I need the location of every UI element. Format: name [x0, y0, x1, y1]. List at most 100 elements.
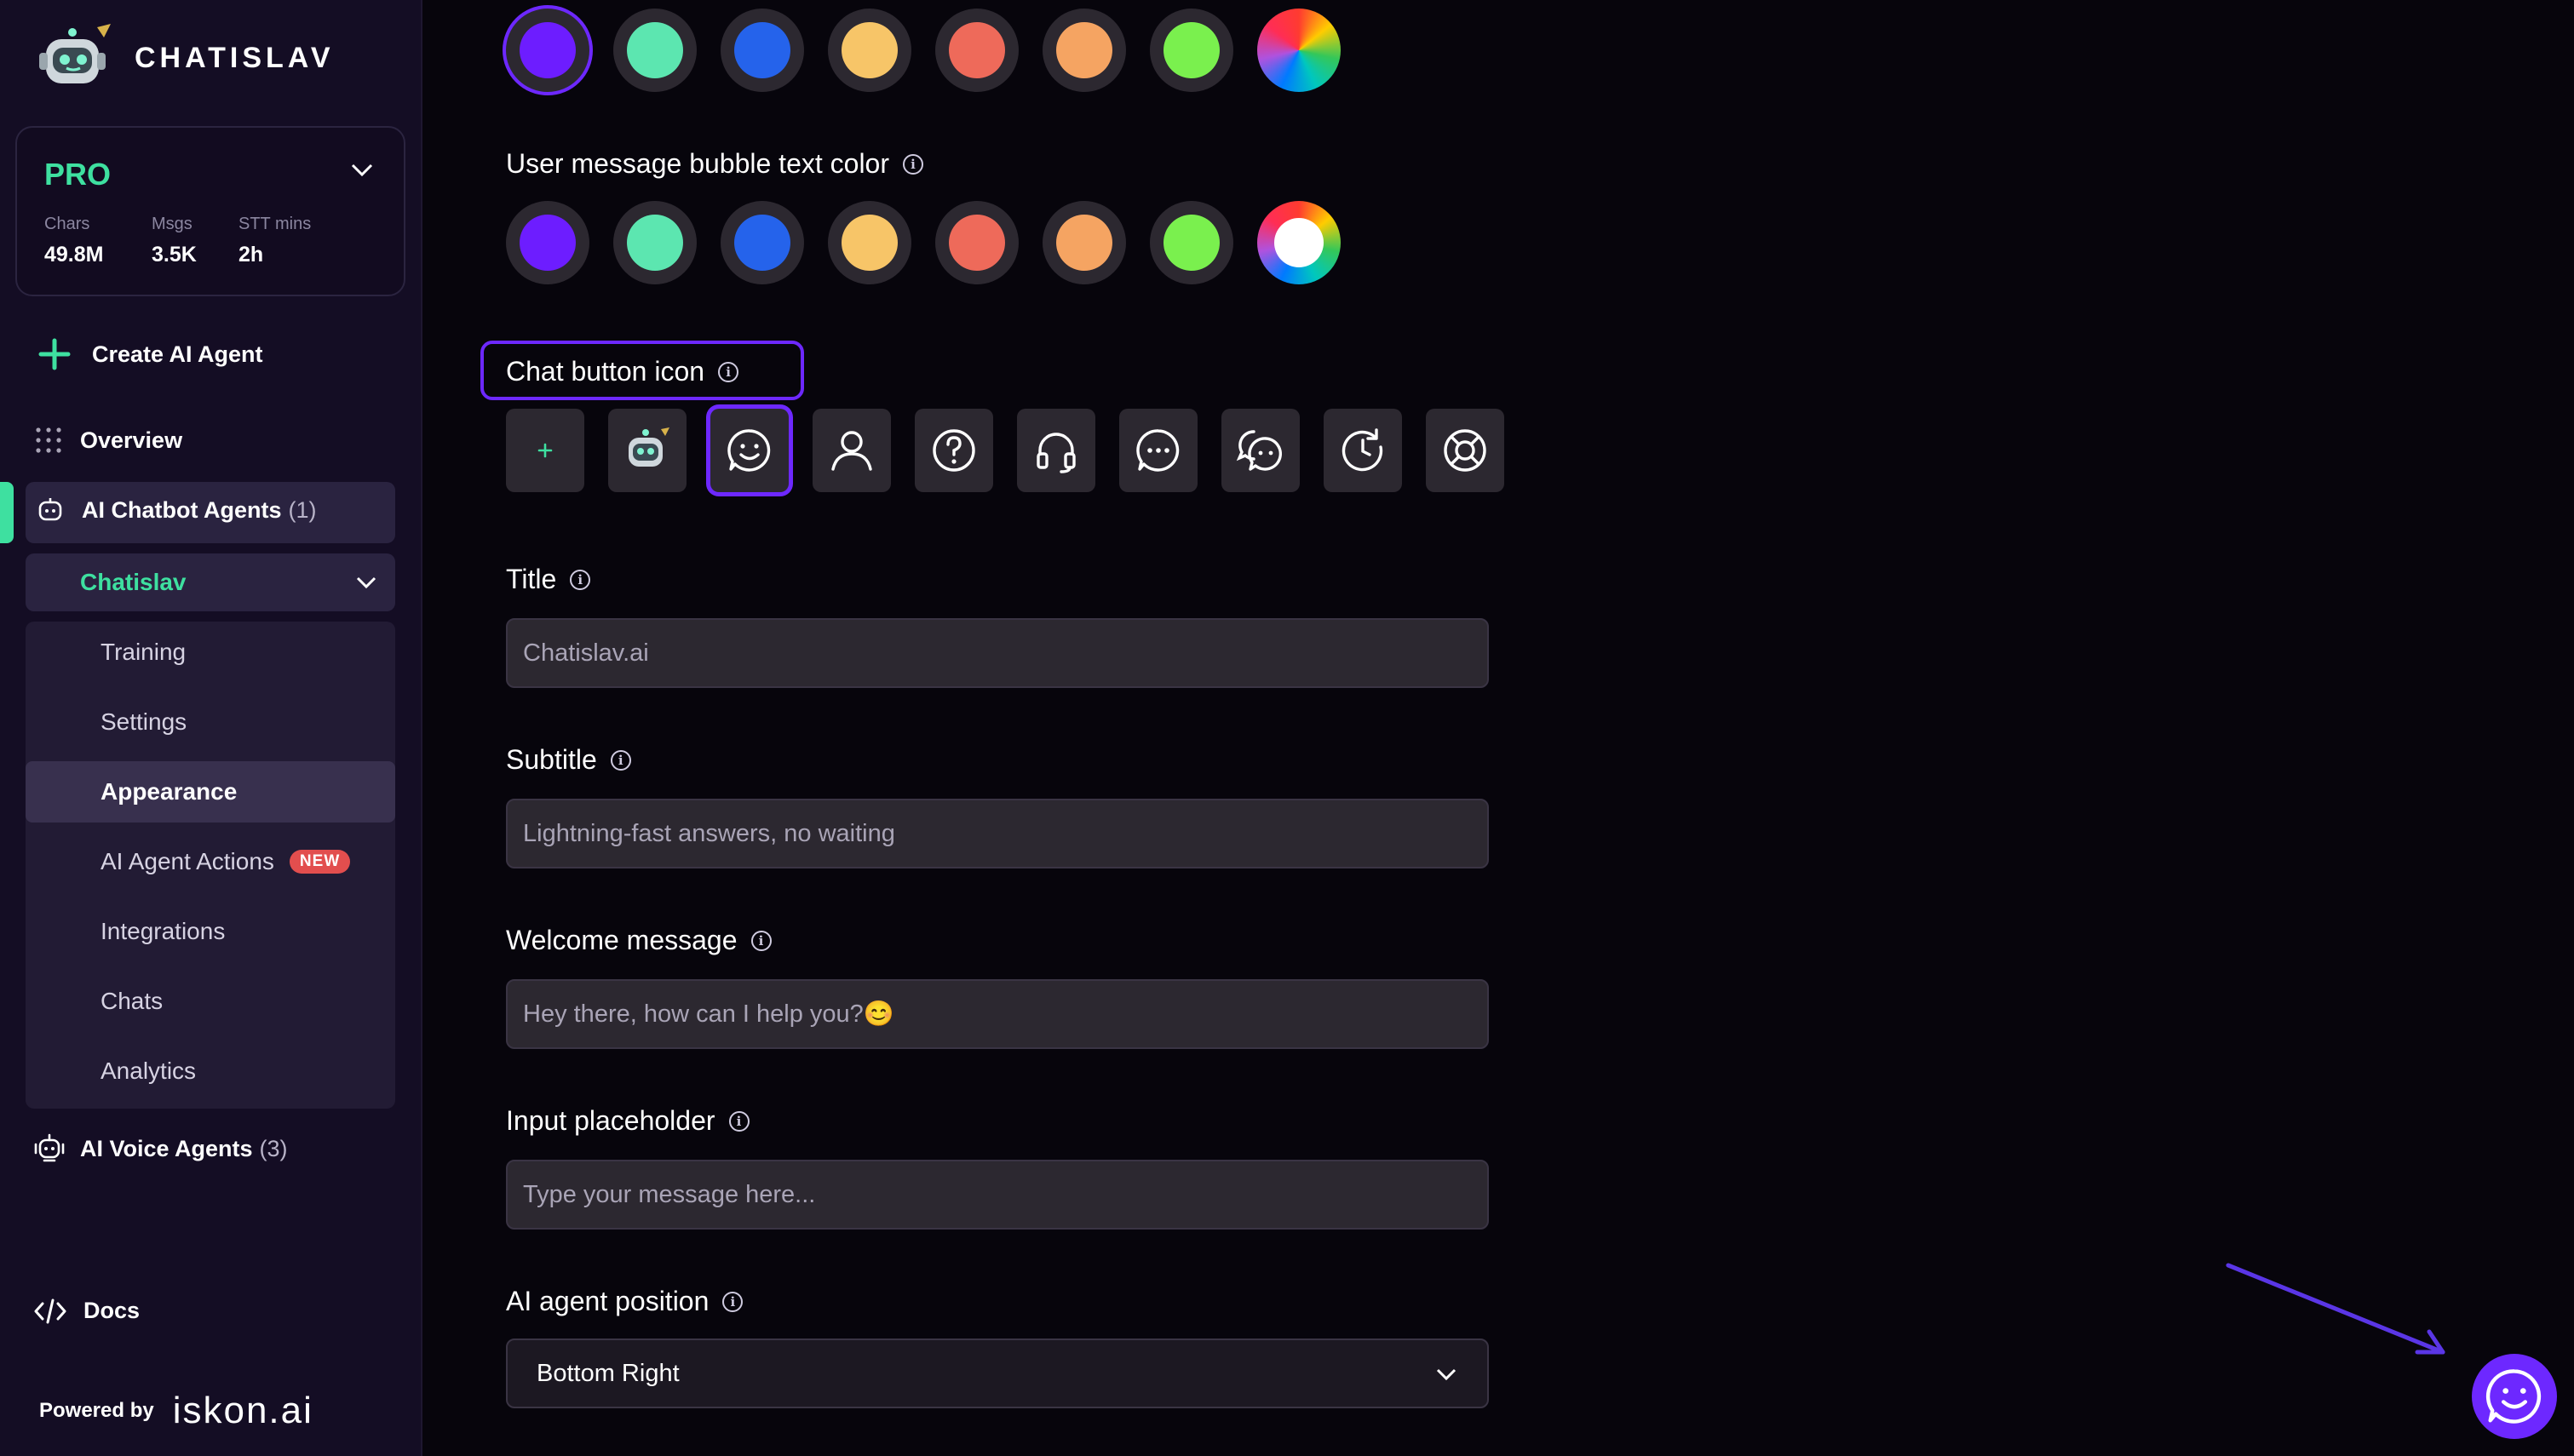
color-swatch[interactable] — [613, 9, 697, 92]
smiley-chat-icon[interactable] — [710, 409, 789, 492]
agent-count: (3) — [259, 1135, 288, 1161]
history-icon[interactable] — [1324, 409, 1402, 492]
info-icon[interactable]: i — [750, 930, 772, 951]
submenu-settings[interactable]: Settings — [26, 691, 395, 753]
appearance-panel: User message bubble text color i Chat bu… — [424, 0, 2574, 1456]
voice-bot-icon — [34, 1133, 65, 1162]
title-input[interactable]: Chatislav.ai — [506, 618, 1489, 688]
submenu-appearance[interactable]: Appearance — [26, 761, 395, 823]
agent-position-select[interactable]: Bottom Right — [506, 1338, 1489, 1408]
submenu-agent-actions[interactable]: AI Agent Actions NEW — [26, 831, 395, 892]
submenu-chats[interactable]: Chats — [26, 971, 395, 1032]
submenu-label: AI Agent Actions — [101, 848, 274, 874]
bubble-text-color-label: User message bubble text color i — [506, 148, 923, 180]
submenu-label: Integrations — [101, 918, 226, 944]
submenu-integrations[interactable]: Integrations — [26, 901, 395, 962]
color-swatch[interactable] — [506, 201, 589, 284]
subtitle-label: Subtitle i — [506, 744, 631, 776]
selected-agent-name: Chatislav — [80, 569, 187, 595]
sidebar-item-chatbot-agents[interactable]: AI Chatbot Agents (1) — [26, 482, 395, 543]
submenu-label: Analytics — [101, 1058, 197, 1084]
label-text: Subtitle — [506, 744, 597, 775]
color-swatch[interactable] — [828, 9, 911, 92]
plus-icon — [38, 338, 71, 370]
select-value: Bottom Right — [537, 1359, 680, 1387]
powered-by[interactable]: Powered by iskon.ai — [39, 1390, 313, 1432]
stat-value: 3.5K — [152, 243, 197, 267]
submenu-label: Appearance — [101, 778, 238, 805]
color-swatch[interactable] — [613, 201, 697, 284]
chevron-down-icon — [1436, 1368, 1456, 1381]
custom-color-wheel[interactable] — [1257, 9, 1341, 92]
label-text: Welcome message — [506, 925, 738, 955]
color-swatch[interactable] — [1150, 9, 1233, 92]
sidebar-item-label: Docs — [83, 1298, 141, 1323]
subtitle-input[interactable]: Lightning-fast answers, no waiting — [506, 799, 1489, 868]
create-agent-button[interactable]: Create AI Agent — [37, 337, 263, 371]
agent-selector[interactable]: Chatislav — [26, 553, 395, 611]
info-icon[interactable]: i — [722, 1291, 744, 1312]
chevron-down-icon[interactable] — [351, 163, 373, 177]
info-icon[interactable]: i — [718, 361, 739, 382]
color-swatch[interactable] — [1150, 201, 1233, 284]
plus-icon[interactable] — [506, 409, 584, 492]
color-swatch[interactable] — [721, 9, 804, 92]
chevron-down-icon — [356, 576, 376, 589]
question-icon[interactable] — [915, 409, 993, 492]
user-icon[interactable] — [813, 409, 891, 492]
submenu-label: Settings — [101, 708, 187, 735]
stat-value: 2h — [238, 243, 264, 267]
lifebuoy-icon[interactable] — [1426, 409, 1504, 492]
submenu-analytics[interactable]: Analytics — [26, 1040, 395, 1102]
color-swatch[interactable] — [1043, 201, 1126, 284]
stat-msgs: Msgs 3.5K — [152, 215, 197, 267]
app-name: CHATISLAV — [135, 41, 335, 74]
label-text: AI agent position — [506, 1286, 710, 1316]
color-swatch[interactable] — [935, 9, 1019, 92]
agent-count: (1) — [288, 496, 317, 523]
info-icon[interactable]: i — [903, 153, 923, 175]
brand-name: iskon.ai — [172, 1390, 313, 1431]
robot-logo-icon — [39, 24, 111, 83]
stat-stt: STT mins 2h — [238, 215, 311, 267]
sidebar-item-label: AI Chatbot Agents — [82, 496, 282, 523]
plan-name: PRO — [44, 157, 112, 192]
color-swatch[interactable] — [1043, 9, 1126, 92]
submenu-training[interactable]: Training — [26, 622, 395, 683]
chat-bubbles-icon[interactable] — [1221, 409, 1300, 492]
custom-color-wheel[interactable] — [1257, 201, 1341, 284]
welcome-message-label: Welcome message i — [506, 925, 772, 956]
stat-label: Chars — [44, 215, 90, 233]
label-text: Title — [506, 564, 557, 594]
headset-icon[interactable] — [1017, 409, 1095, 492]
smiley-chat-icon — [2485, 1369, 2542, 1424]
welcome-message-input[interactable]: Hey there, how can I help you?😊 — [506, 979, 1489, 1049]
sidebar-item-overview[interactable]: Overview — [34, 426, 182, 455]
chat-dots-icon[interactable] — [1119, 409, 1198, 492]
bubble-text-color-swatches — [506, 201, 1365, 284]
label-text: Input placeholder — [506, 1105, 715, 1136]
input-placeholder-label: Input placeholder i — [506, 1105, 750, 1137]
bot-head-icon — [38, 498, 62, 521]
info-icon[interactable]: i — [728, 1110, 750, 1132]
color-swatch[interactable] — [721, 201, 804, 284]
bubble-color-swatches — [506, 9, 1365, 92]
color-swatch[interactable] — [935, 201, 1019, 284]
plan-card[interactable]: PRO Chars 49.8M Msgs 3.5K STT mins 2h — [15, 126, 405, 296]
chat-launcher-button[interactable] — [2472, 1354, 2557, 1439]
color-swatch[interactable] — [828, 201, 911, 284]
color-swatch[interactable] — [506, 9, 589, 92]
robot-avatar-icon[interactable] — [608, 409, 687, 492]
info-icon[interactable]: i — [610, 749, 631, 771]
input-placeholder-input[interactable]: Type your message here... — [506, 1160, 1489, 1230]
title-label: Title i — [506, 564, 591, 595]
sidebar-item-docs[interactable]: Docs — [34, 1298, 140, 1324]
app-logo[interactable]: CHATISLAV — [37, 22, 335, 94]
sidebar-item-voice-agents[interactable]: AI Voice Agents (3) — [32, 1132, 288, 1165]
submenu-label: Chats — [101, 988, 164, 1014]
sidebar: CHATISLAV PRO Chars 49.8M Msgs 3.5K STT … — [0, 0, 422, 1456]
agent-position-label: AI agent position i — [506, 1286, 744, 1317]
agent-submenu: Training Settings Appearance AI Agent Ac… — [26, 622, 395, 1109]
info-icon[interactable]: i — [570, 569, 591, 590]
chat-button-icon-label: Chat button icon i — [506, 356, 739, 387]
